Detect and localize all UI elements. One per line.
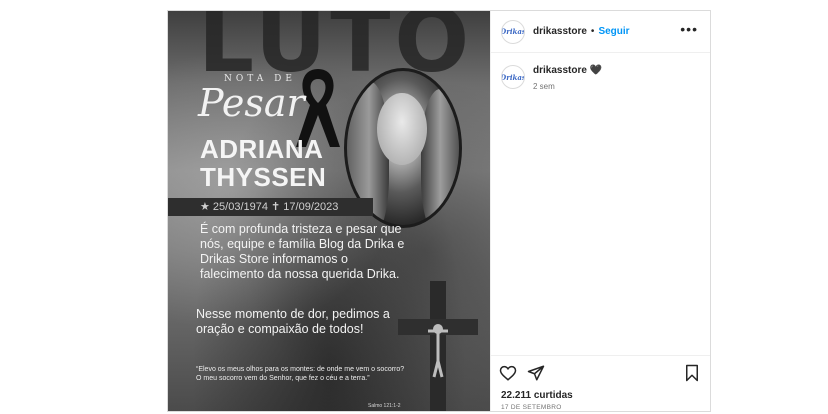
likes-count[interactable]: 22.211 curtidas	[501, 390, 573, 401]
caption-text: 🖤	[589, 65, 603, 76]
portrait-hair-right	[421, 89, 459, 225]
caption-avatar[interactable]: Drikas	[501, 65, 525, 89]
avatar[interactable]: Drikas	[501, 19, 525, 44]
portrait-face	[377, 93, 427, 165]
caption-body: drikasstore 🖤 2 sem	[533, 65, 602, 91]
prayer-request: Nesse momento de dor, pedimos a oração e…	[196, 307, 390, 336]
post-header: Drikas drikasstore • Seguir •••	[491, 11, 710, 53]
name-first: ADRIANA	[200, 134, 324, 164]
caption-username[interactable]: drikasstore	[533, 65, 587, 76]
post-sidebar: Drikas drikasstore • Seguir ••• Drikas d…	[490, 11, 710, 411]
avatar-logo-text: Drikas	[501, 27, 525, 36]
caption-time: 2 sem	[533, 82, 555, 91]
bible-reference: Salmo 121:1-2	[368, 403, 401, 409]
instagram-post: LUTO NOTA DE Pesar ADRIANA THYSSEN ★ 25/…	[167, 10, 711, 412]
caption-avatar-logo-text: Drikas	[501, 72, 525, 82]
name-last: THYSSEN	[200, 162, 327, 192]
separator-dot: •	[590, 26, 595, 37]
pesar-title: Pesar	[198, 81, 305, 125]
bookmark-icon[interactable]	[684, 364, 700, 382]
condolence-message: É com profunda tristeza e pesar que nós,…	[200, 222, 405, 281]
more-options-icon[interactable]: •••	[680, 22, 698, 36]
post-date: 17 DE SETEMBRO	[501, 404, 562, 411]
action-bar	[491, 355, 710, 382]
crucifix-icon	[398, 281, 478, 411]
bible-quote: “Elevo os meus olhos para os montes: de …	[196, 366, 405, 382]
life-dates: ★ 25/03/1974 ✝ 17/09/2023	[200, 201, 339, 213]
deceased-name: ADRIANA THYSSEN	[200, 135, 326, 191]
send-icon[interactable]	[527, 364, 545, 382]
caption: Drikas drikasstore 🖤 2 sem	[491, 53, 710, 91]
username-link[interactable]: drikasstore	[533, 26, 587, 37]
post-image[interactable]: LUTO NOTA DE Pesar ADRIANA THYSSEN ★ 25/…	[168, 11, 490, 411]
heart-icon[interactable]	[499, 364, 517, 382]
caption-line: drikasstore 🖤	[533, 65, 602, 76]
follow-button[interactable]: Seguir	[598, 26, 629, 37]
